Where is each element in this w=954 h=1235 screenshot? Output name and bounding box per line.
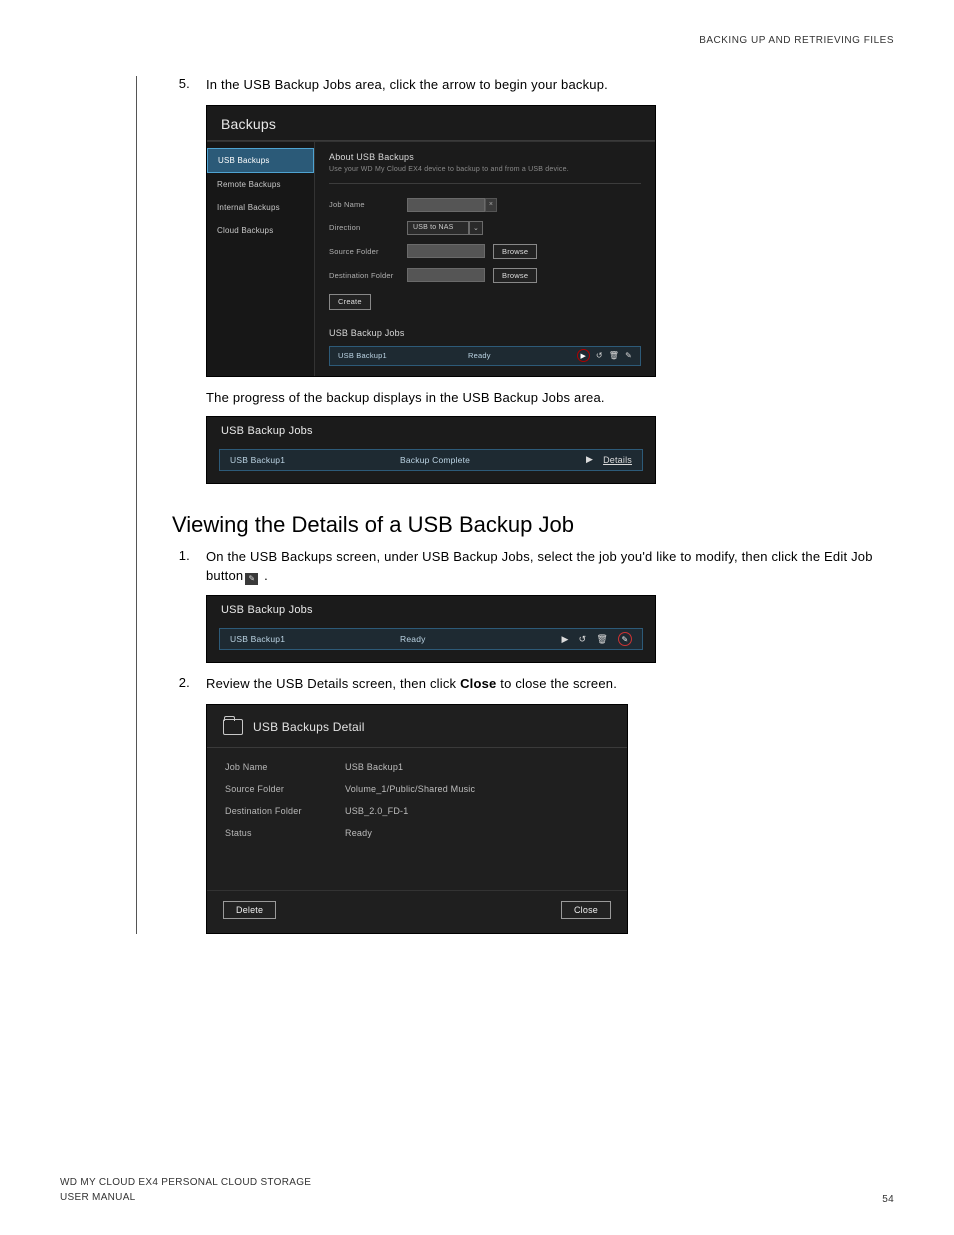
step-2-text-a: Review the USB Details screen, then clic… [206, 676, 460, 691]
progress-job-name: USB Backup1 [230, 455, 400, 465]
create-button[interactable]: Create [329, 294, 371, 310]
destination-folder-input[interactable] [407, 268, 485, 282]
usb-backup-job-row[interactable]: USB Backup1 Ready ▶ ↺ 🗑 ✎ [329, 346, 641, 366]
job-ready-name: USB Backup1 [230, 634, 400, 644]
job-row-status: Ready [468, 351, 577, 360]
label-direction: Direction [329, 223, 407, 232]
step-5: 5. In the USB Backup Jobs area, click th… [172, 76, 894, 95]
step-2-bold-close: Close [460, 676, 496, 691]
step-1: 1. On the USB Backups screen, under USB … [172, 548, 894, 586]
step-5-text: In the USB Backup Jobs area, click the a… [206, 76, 894, 95]
step-1-text-a: On the USB Backups screen, under USB Bac… [206, 549, 873, 583]
detail-title: USB Backups Detail [253, 720, 365, 734]
sidebar-item-internal-backups[interactable]: Internal Backups [207, 196, 314, 219]
direction-select[interactable]: USB to NAS [407, 221, 469, 235]
chevron-down-icon[interactable]: ⌄ [469, 221, 483, 235]
delete-button[interactable]: Delete [223, 901, 276, 919]
browse-destination-button[interactable]: Browse [493, 268, 537, 283]
progress-job-row[interactable]: USB Backup1 Backup Complete ▶ Details [219, 449, 643, 471]
page-footer: WD MY CLOUD EX4 PERSONAL CLOUD STORAGE U… [60, 1175, 894, 1205]
step-2: 2. Review the USB Details screen, then c… [172, 675, 894, 694]
detail-label-source: Source Folder [225, 784, 345, 794]
progress-job-status: Backup Complete [400, 455, 586, 465]
details-link[interactable]: Details [603, 455, 632, 465]
job-ready-status: Ready [400, 634, 561, 644]
job-row-name: USB Backup1 [338, 351, 468, 360]
sidebar-item-cloud-backups[interactable]: Cloud Backups [207, 219, 314, 242]
detail-label-destination: Destination Folder [225, 806, 345, 816]
source-folder-input[interactable] [407, 244, 485, 258]
about-usb-backups-text: Use your WD My Cloud EX4 device to backu… [329, 166, 641, 184]
section-title-viewing-details: Viewing the Details of a USB Backup Job [172, 512, 894, 538]
content-rule: 5. In the USB Backup Jobs area, click th… [136, 76, 894, 934]
detail-value-source: Volume_1/Public/Shared Music [345, 784, 475, 794]
backups-sidebar: USB Backups Remote Backups Internal Back… [207, 142, 315, 376]
recover-icon[interactable]: ↺ [579, 634, 587, 645]
edit-job-icon-circled[interactable]: ✎ [618, 632, 632, 646]
page-number: 54 [882, 1194, 894, 1205]
edit-job-inline-icon: ✎ [245, 573, 258, 585]
detail-value-job-name: USB Backup1 [345, 762, 403, 772]
trash-icon[interactable]: 🗑 [596, 634, 608, 645]
detail-label-status: Status [225, 828, 345, 838]
screenshot-job-ready: USB Backup Jobs USB Backup1 Ready ▶ ↺ 🗑 … [206, 595, 656, 663]
sidebar-item-remote-backups[interactable]: Remote Backups [207, 173, 314, 196]
footer-line2: USER MANUAL [60, 1190, 311, 1205]
footer-line1: WD MY CLOUD EX4 PERSONAL CLOUD STORAGE [60, 1175, 311, 1190]
job-name-input[interactable] [407, 198, 485, 212]
screenshot-backups: Backups USB Backups Remote Backups Inter… [206, 105, 656, 377]
close-button[interactable]: Close [561, 901, 611, 919]
trash-icon[interactable]: 🗑 [609, 351, 619, 360]
screenshot-backup-progress: USB Backup Jobs USB Backup1 Backup Compl… [206, 416, 656, 484]
label-job-name: Job Name [329, 200, 407, 209]
step-2-num: 2. [172, 675, 206, 694]
step-2-text: Review the USB Details screen, then clic… [206, 675, 894, 694]
detail-header: USB Backups Detail [207, 705, 627, 748]
step-1-text: On the USB Backups screen, under USB Bac… [206, 548, 894, 586]
backups-title: Backups [207, 106, 655, 141]
step-1-num: 1. [172, 548, 206, 586]
screenshot-usb-backups-detail: USB Backups Detail Job NameUSB Backup1 S… [206, 704, 628, 934]
step-5b-text: The progress of the backup displays in t… [206, 389, 894, 408]
play-icon[interactable]: ▶ [561, 634, 568, 645]
page-header-section: BACKING UP AND RETRIEVING FILES [60, 35, 894, 46]
step-1-text-b: . [260, 568, 268, 583]
sidebar-item-usb-backups[interactable]: USB Backups [207, 148, 314, 173]
folder-icon [223, 719, 243, 735]
clear-job-name-icon[interactable]: × [485, 198, 497, 212]
step-2-text-b: to close the screen. [496, 676, 617, 691]
recover-icon[interactable]: ↺ [596, 351, 603, 360]
detail-value-destination: USB_2.0_FD-1 [345, 806, 408, 816]
job-ready-title: USB Backup Jobs [207, 596, 655, 624]
usb-backup-jobs-heading: USB Backup Jobs [329, 328, 641, 338]
step-5-num: 5. [172, 76, 206, 95]
edit-job-icon[interactable]: ✎ [625, 351, 632, 360]
progress-title: USB Backup Jobs [207, 417, 655, 445]
detail-label-job-name: Job Name [225, 762, 345, 772]
play-icon[interactable]: ▶ [586, 454, 593, 465]
label-source-folder: Source Folder [329, 247, 407, 256]
detail-value-status: Ready [345, 828, 372, 838]
job-ready-row[interactable]: USB Backup1 Ready ▶ ↺ 🗑 ✎ [219, 628, 643, 650]
label-destination-folder: Destination Folder [329, 271, 407, 280]
browse-source-button[interactable]: Browse [493, 244, 537, 259]
play-icon-circled[interactable]: ▶ [577, 349, 590, 362]
about-usb-backups-heading: About USB Backups [329, 152, 641, 162]
